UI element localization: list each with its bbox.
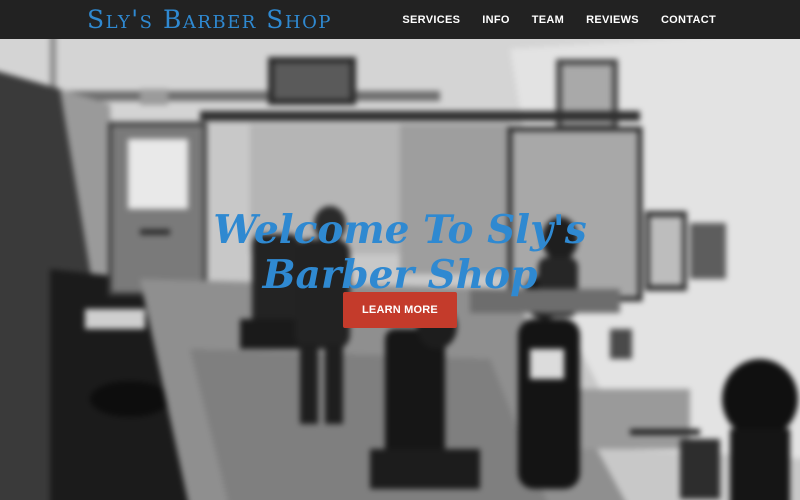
nav-link-reviews[interactable]: REVIEWS: [586, 14, 639, 26]
hero-section: Welcome To Sly's Barber Shop LEARN MORE: [0, 39, 800, 500]
nav-link-team[interactable]: TEAM: [532, 14, 564, 26]
page: Sly's Barber Shop SERVICES INFO TEAM REV…: [0, 0, 800, 500]
nav-link-services[interactable]: SERVICES: [402, 14, 460, 26]
nav-link-info[interactable]: INFO: [482, 14, 509, 26]
hero-title-line-1: Welcome To Sly's: [213, 207, 587, 254]
nav-menu: SERVICES INFO TEAM REVIEWS CONTACT: [402, 0, 716, 39]
nav-link-contact[interactable]: CONTACT: [661, 14, 716, 26]
site-logo[interactable]: Sly's Barber Shop: [87, 4, 332, 36]
learn-more-button[interactable]: LEARN MORE: [343, 292, 457, 328]
navbar: Sly's Barber Shop SERVICES INFO TEAM REV…: [0, 0, 800, 39]
hero-title: Welcome To Sly's Barber Shop: [0, 208, 800, 298]
